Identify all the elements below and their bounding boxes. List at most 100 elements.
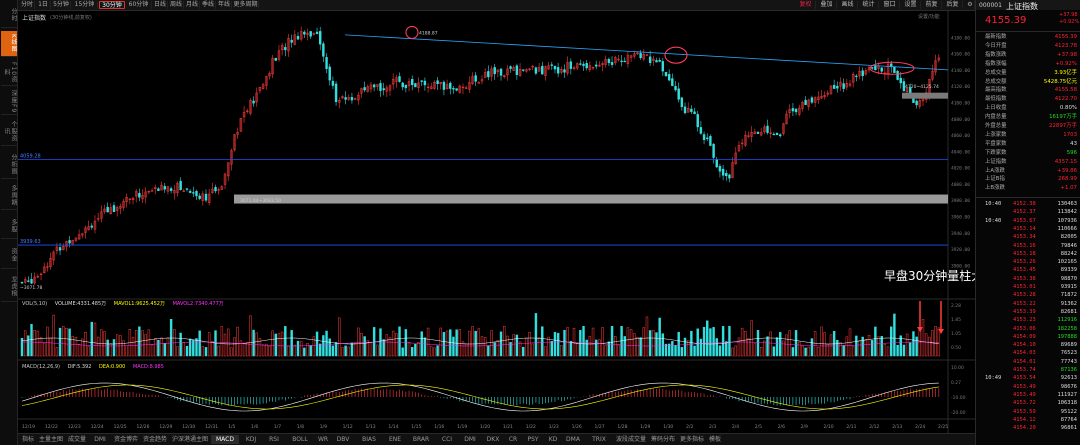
left-tab-2[interactable]: F10资料 xyxy=(1,60,17,86)
indicator-tab-13[interactable]: BIAS xyxy=(355,435,383,444)
toolbar-right-2[interactable]: 画线 xyxy=(838,1,858,9)
macd-tick: -20.00 xyxy=(951,410,966,416)
period-tab-4[interactable]: 30分钟 xyxy=(99,1,125,9)
period-tab-6[interactable]: 日线 xyxy=(153,1,168,9)
tick-row: 4153.74 87136 xyxy=(985,367,1077,374)
indicator-tab-14[interactable]: ENE xyxy=(384,435,406,444)
volume-bar xyxy=(591,327,595,357)
volume-bar xyxy=(896,345,899,357)
left-tab-5[interactable]: 分析图 xyxy=(1,150,17,179)
indicator-tab-19[interactable]: CR xyxy=(505,435,521,444)
high-label: 4188.87 xyxy=(419,30,438,36)
period-tab-1[interactable]: 1日 xyxy=(36,1,51,9)
settings-icon[interactable]: ⚙ xyxy=(966,1,975,9)
tick-time: 10:49 xyxy=(985,375,1002,382)
period-tab-8[interactable]: 月线 xyxy=(185,1,200,9)
volume-bar xyxy=(318,343,322,357)
volume-bar xyxy=(794,330,798,357)
volume-bar xyxy=(122,340,125,357)
toolbar-right-0[interactable]: 复权 xyxy=(796,1,816,9)
period-tab-7[interactable]: 周线 xyxy=(169,1,184,9)
volume-bar xyxy=(388,337,392,357)
indicator-tab-11[interactable]: WR xyxy=(315,435,331,444)
indicator-tab-8[interactable]: KDJ xyxy=(240,435,262,444)
date-label: 2/4 xyxy=(732,424,739,430)
candle-body xyxy=(607,58,611,64)
indicator-tab-5[interactable]: 资金趋势 xyxy=(141,435,169,444)
indicator-tab-7[interactable]: MACD xyxy=(211,435,239,444)
period-tab-0[interactable]: 分时 xyxy=(20,1,35,9)
left-tab-4[interactable]: 个股资讯 xyxy=(1,118,17,146)
period-tab-10[interactable]: 年线 xyxy=(217,1,232,9)
left-tab-3[interactable]: 深度F9 xyxy=(1,89,17,115)
stat-row: 平盘家数 43 xyxy=(985,141,1077,148)
toolbar-right-4[interactable]: 窗口 xyxy=(880,1,900,9)
indicator-tab-17[interactable]: DMI xyxy=(459,435,481,444)
indicator-tab-12[interactable]: DBV xyxy=(332,435,354,444)
left-tab-8[interactable]: 资金 xyxy=(1,242,17,269)
date-label: 12/26 xyxy=(137,424,150,430)
left-tab-7[interactable]: 多股 xyxy=(1,213,17,239)
volume-bar xyxy=(483,337,487,357)
volume-bar xyxy=(81,338,84,357)
volume-bar xyxy=(96,336,100,357)
indicator-tab-10[interactable]: BOLL xyxy=(286,435,314,444)
tick-price: 4153.45 xyxy=(1013,267,1036,274)
indicator-tab-24[interactable]: 波段成交量 xyxy=(614,435,648,444)
indicator-tab-6[interactable]: 沪深港通主图 xyxy=(170,435,210,444)
toolbar-right-3[interactable]: 统计 xyxy=(859,1,879,9)
indicator-tab-0[interactable]: 指标 xyxy=(20,435,36,444)
toolbar-right-1[interactable]: 叠加 xyxy=(817,1,837,9)
period-tab-3[interactable]: 15分钟 xyxy=(72,1,98,9)
volume-bar xyxy=(487,345,490,357)
toolbar-right-6[interactable]: 前复 xyxy=(922,1,942,9)
price-tick: 4000.00 xyxy=(951,182,970,188)
candle-body xyxy=(379,83,382,91)
left-tab-0[interactable]: 分时 xyxy=(1,3,17,28)
indicator-tab-15[interactable]: BRAR xyxy=(407,435,435,444)
left-tab-9[interactable]: 龙虎榜 xyxy=(1,272,17,302)
indicator-tab-3[interactable]: DMI xyxy=(89,435,111,444)
candle-body xyxy=(756,131,760,134)
volume-bar xyxy=(474,330,477,357)
trend-line xyxy=(344,34,949,71)
indicator-tab-20[interactable]: PSY xyxy=(522,435,544,444)
candle-body xyxy=(112,205,116,213)
volume-bar xyxy=(756,330,760,357)
indicator-tab-4[interactable]: 资金博弈 xyxy=(112,435,140,444)
indicator-tab-2[interactable]: 成交量 xyxy=(66,435,88,444)
period-tab-11[interactable]: 更多周期 xyxy=(233,1,259,9)
volume-bar xyxy=(449,329,452,357)
indicator-tab-22[interactable]: DMA xyxy=(562,435,584,444)
toolbar-right-5[interactable]: 设置 xyxy=(901,1,921,9)
left-tab-6[interactable]: 多周期 xyxy=(1,182,17,210)
period-tab-2[interactable]: 5分钟 xyxy=(52,1,71,9)
toolbar-right-7[interactable]: 后复 xyxy=(943,1,963,9)
volume-tick: 0.50 xyxy=(951,345,961,351)
settings-link[interactable]: 设置/功能 xyxy=(918,13,940,20)
left-tab-1[interactable]: K线图 xyxy=(1,31,17,57)
indicator-tab-26[interactable]: 更多指标 xyxy=(678,435,706,444)
candle-body xyxy=(699,127,703,134)
indicator-tab-23[interactable]: TRIX xyxy=(585,435,613,444)
stat-value: 3.93亿手 xyxy=(1054,69,1077,76)
volume-bar xyxy=(455,329,458,357)
indicator-tab-9[interactable]: RSI xyxy=(263,435,285,444)
stat-value: 4155.58 xyxy=(1054,87,1077,94)
indicator-tab-1[interactable]: 主量主图 xyxy=(37,435,65,444)
indicator-tab-18[interactable]: DKX xyxy=(482,435,504,444)
period-tab-9[interactable]: 季线 xyxy=(201,1,216,9)
volume-bar xyxy=(144,334,147,357)
indicator-tab-27[interactable]: 模板 xyxy=(707,435,723,444)
candle-body xyxy=(861,70,864,76)
candle-body xyxy=(836,85,839,89)
candle-body xyxy=(553,65,557,70)
period-tab-5[interactable]: 60分钟 xyxy=(126,1,152,9)
volume-bar xyxy=(912,331,915,357)
volume-bar xyxy=(699,338,703,357)
indicator-tab-25[interactable]: 筹码分布 xyxy=(649,435,677,444)
indicator-tab-16[interactable]: CCI xyxy=(436,435,458,444)
tick-price: 4153.39 xyxy=(1013,308,1036,315)
indicator-tab-21[interactable]: KD xyxy=(545,435,561,444)
date-label: 2/5 xyxy=(755,424,762,430)
